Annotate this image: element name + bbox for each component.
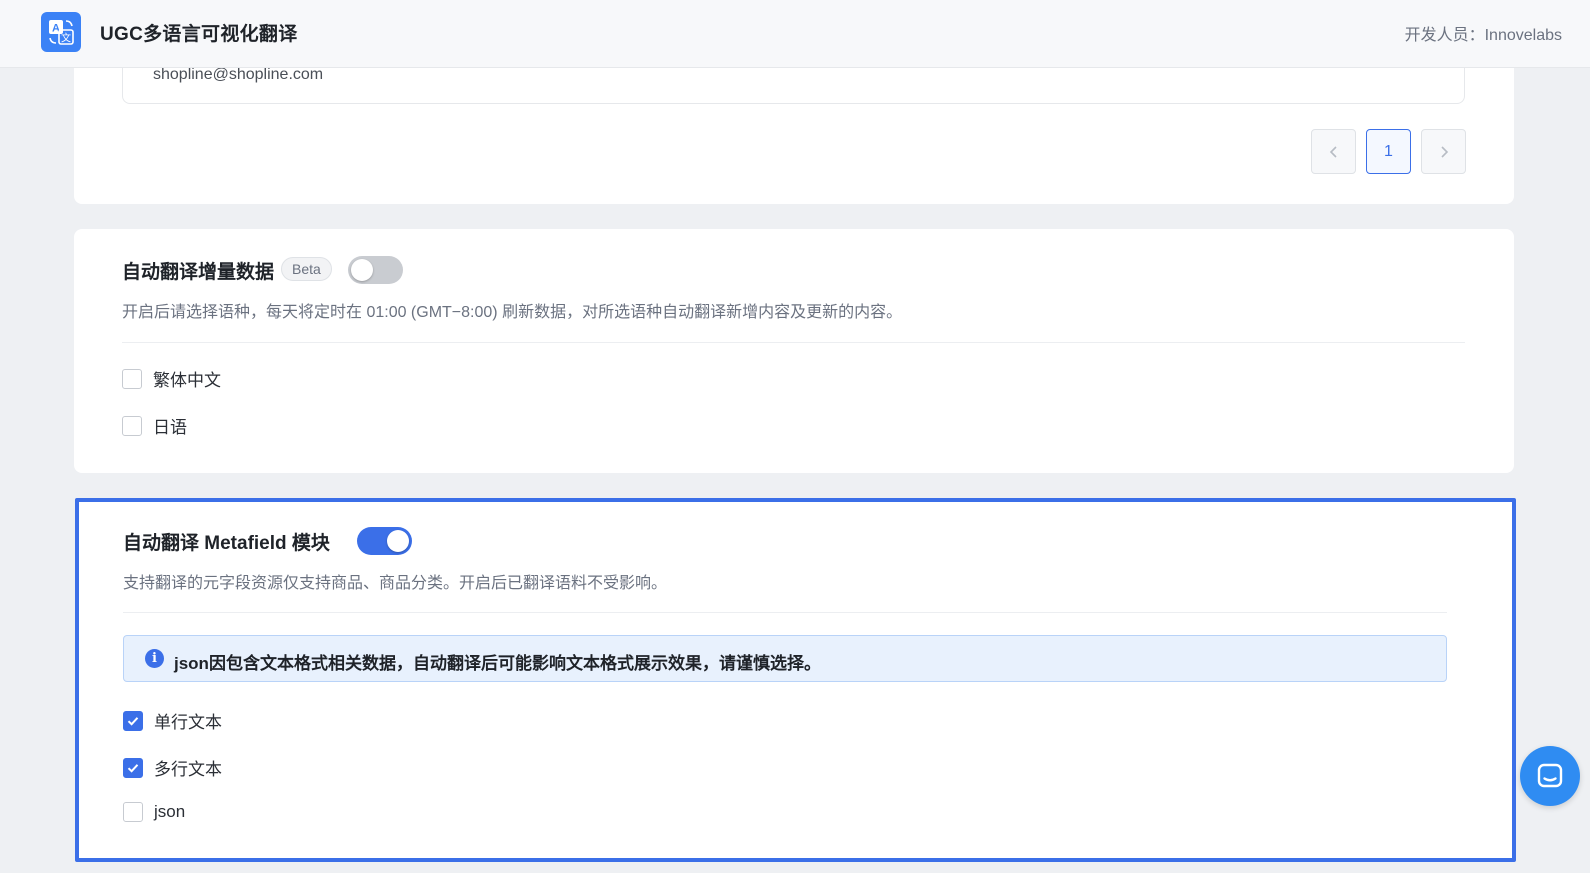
type-label: 单行文本 <box>154 713 222 732</box>
metafield-type-option[interactable]: 多行文本 <box>123 755 222 780</box>
language-label: 日语 <box>153 418 187 437</box>
alert-text: json因包含文本格式相关数据，自动翻译后可能影响文本格式展示效果，请谨慎选择。 <box>174 654 821 673</box>
language-label: 繁体中文 <box>153 371 221 390</box>
type-label: json <box>154 802 186 821</box>
check-icon <box>127 716 139 726</box>
check-icon <box>127 763 139 773</box>
type-checkbox[interactable] <box>123 802 143 822</box>
language-option[interactable]: 日语 <box>122 413 187 438</box>
app-header: A 文 UGC多语言可视化翻译 开发人员：Innovelabs <box>0 0 1590 68</box>
metafield-type-option[interactable]: 单行文本 <box>123 708 222 733</box>
metafield-toggle[interactable] <box>357 527 412 555</box>
incremental-description: 开启后请选择语种，每天将定时在 01:00 (GMT−8:00) 刷新数据，对所… <box>122 304 903 321</box>
type-label: 多行文本 <box>154 760 222 779</box>
pagination-next-button[interactable] <box>1421 129 1466 174</box>
chat-button[interactable] <box>1520 746 1580 806</box>
chevron-right-icon <box>1440 145 1448 158</box>
translate-icon: A 文 <box>41 12 81 52</box>
language-option[interactable]: 繁体中文 <box>122 366 221 391</box>
svg-text:文: 文 <box>61 32 71 45</box>
metafield-description: 支持翻译的元字段资源仅支持商品、商品分类。开启后已翻译语料不受影响。 <box>123 575 668 592</box>
beta-badge: Beta <box>281 257 332 281</box>
metafield-translation-card: 自动翻译 Metafield 模块 支持翻译的元字段资源仅支持商品、商品分类。开… <box>75 498 1516 862</box>
incremental-translation-card: 自动翻译增量数据 Beta 开启后请选择语种，每天将定时在 01:00 (GMT−… <box>74 229 1514 473</box>
metafield-title: 自动翻译 Metafield 模块 <box>123 533 330 554</box>
language-checkbox[interactable] <box>122 415 142 436</box>
divider <box>122 342 1465 343</box>
info-icon: i <box>145 649 164 668</box>
json-warning-alert: i json因包含文本格式相关数据，自动翻译后可能影响文本格式展示效果，请谨慎选… <box>123 635 1447 682</box>
pagination-page-1[interactable]: 1 <box>1366 129 1411 174</box>
app-title: UGC多语言可视化翻译 <box>100 24 298 45</box>
type-checkbox[interactable] <box>123 710 143 731</box>
account-email: shopline@shopline.com <box>153 66 324 83</box>
incremental-title: 自动翻译增量数据 <box>122 262 275 283</box>
chevron-left-icon <box>1329 145 1337 158</box>
developer-label: 开发人员：Innovelabs <box>1404 27 1562 44</box>
chat-icon <box>1537 763 1563 788</box>
toggle-knob <box>387 530 409 552</box>
incremental-toggle[interactable] <box>348 256 403 284</box>
pagination-prev-button[interactable] <box>1311 129 1356 174</box>
metafield-type-option[interactable]: json <box>123 802 185 822</box>
divider <box>123 612 1447 613</box>
language-checkbox[interactable] <box>122 368 142 389</box>
type-checkbox[interactable] <box>123 757 143 778</box>
toggle-knob <box>351 259 373 281</box>
